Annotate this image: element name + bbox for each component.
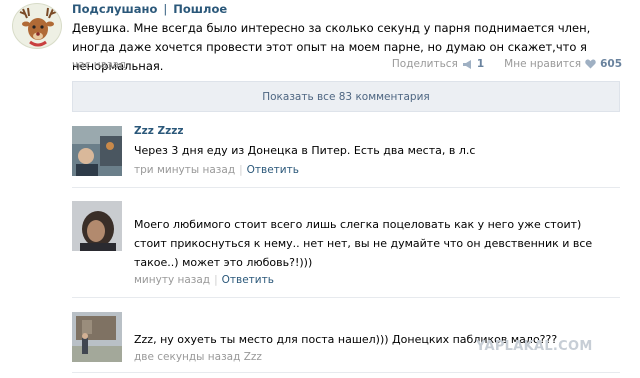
comment-time[interactable]: две секунды назад Zzz <box>134 351 262 363</box>
show-all-comments-button[interactable]: Показать все 83 комментария <box>72 81 620 112</box>
comment-meta: минуту назад | Ответить <box>134 274 274 286</box>
group-avatar[interactable] <box>12 3 62 49</box>
post-header: Подслушано | Пошлое <box>72 2 227 16</box>
comment-item: Моего любимого стоит всего лишь слегка п… <box>72 189 620 298</box>
group-name-link[interactable]: Подслушано <box>72 2 157 16</box>
reply-link[interactable]: Ответить <box>247 164 299 176</box>
share-label[interactable]: Поделиться <box>392 58 458 70</box>
reply-link[interactable]: Ответить <box>222 274 274 286</box>
comment-item: Zzz, ну охуеть ты место для поста нашел)… <box>72 299 620 373</box>
heart-icon[interactable] <box>585 59 596 69</box>
comment-time[interactable]: минуту назад <box>134 274 210 286</box>
megaphone-icon[interactable] <box>462 59 473 69</box>
post-actions: Поделиться 1 Мне нравится 605 <box>392 58 622 70</box>
comment-text: Через 3 дня еду из Донецка в Питер. Есть… <box>134 144 476 157</box>
post-time[interactable]: час назад <box>72 59 126 71</box>
group-suffix-link[interactable]: Пошлое <box>173 2 227 16</box>
share-count: 1 <box>476 58 485 70</box>
like-count: 605 <box>600 58 622 70</box>
commenter-avatar[interactable] <box>72 201 122 251</box>
commenter-avatar[interactable] <box>72 312 122 362</box>
commenter-avatar[interactable] <box>72 126 122 176</box>
header-separator: | <box>163 2 168 16</box>
comment-item: Zzz Zzzz Через 3 дня еду из Донецка в Пи… <box>72 122 620 188</box>
comment-text: Моего любимого стоит всего лишь слегка п… <box>134 218 593 269</box>
comment-time[interactable]: три минуты назад <box>134 164 235 176</box>
meta-divider: | <box>214 274 218 286</box>
comment-meta: две секунды назад Zzz <box>134 351 262 363</box>
meta-divider: | <box>239 164 243 176</box>
comment-author[interactable]: Zzz Zzzz <box>134 125 183 137</box>
like-label[interactable]: Мне нравится <box>504 58 581 70</box>
comment-meta: три минуты назад | Ответить <box>134 164 299 176</box>
watermark: YAPLAKAL.COM <box>476 339 593 354</box>
